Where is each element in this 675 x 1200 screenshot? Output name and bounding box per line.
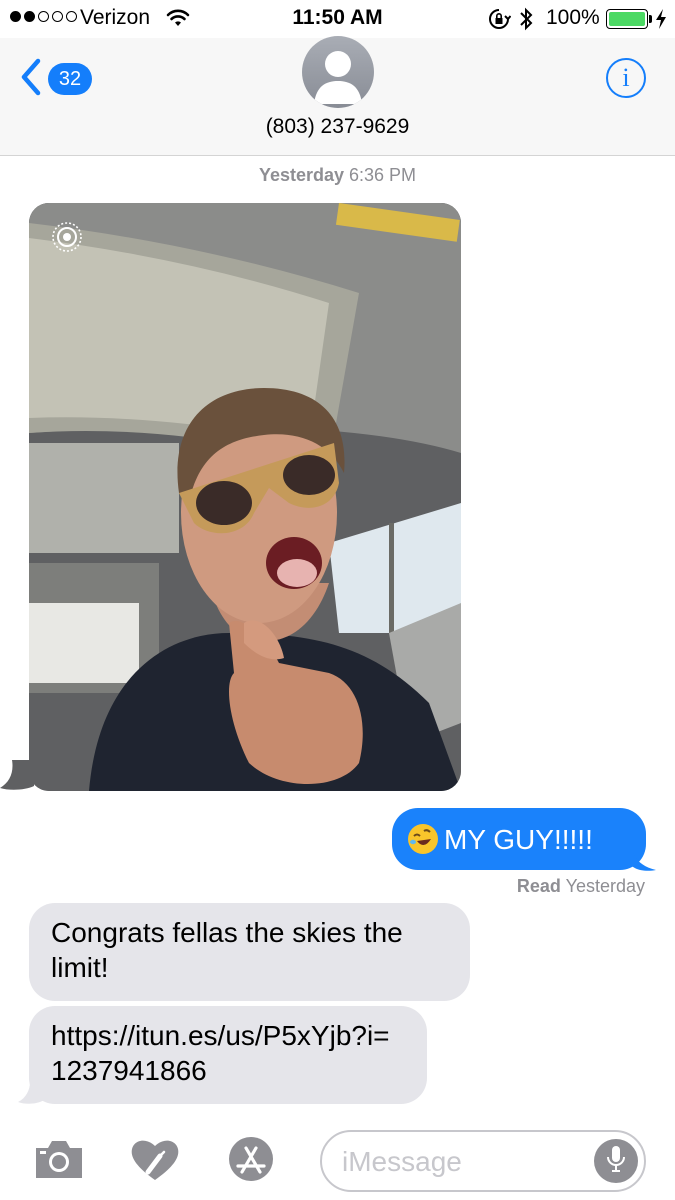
app-store-button[interactable]	[224, 1136, 278, 1182]
photo-illustration	[29, 203, 461, 791]
message-input[interactable]	[342, 1142, 592, 1182]
microphone-icon	[605, 1144, 627, 1179]
incoming-message-bubble[interactable]: Congrats fellas the skies the limit!	[29, 903, 470, 1001]
back-button[interactable]: 32	[20, 58, 100, 100]
live-photo-icon	[50, 220, 84, 259]
info-icon[interactable]: i	[606, 58, 646, 98]
outgoing-message-bubble[interactable]: MY GUY!!!!!	[392, 808, 646, 870]
message-photo[interactable]	[29, 203, 461, 791]
battery-level-fill	[609, 12, 645, 26]
timestamp-day: Yesterday	[258, 165, 344, 185]
incoming-bubble-tail	[18, 1082, 44, 1104]
message-compose-field[interactable]	[320, 1130, 646, 1192]
rolling-on-floor-laughing-emoji-icon	[408, 824, 438, 854]
battery-percent: 100%	[546, 6, 600, 29]
digital-touch-button[interactable]	[128, 1136, 182, 1182]
incoming-message-text: Congrats fellas the skies the limit!	[51, 917, 403, 983]
camera-icon	[32, 1141, 86, 1186]
read-label: Read	[516, 876, 561, 896]
back-chevron-icon	[20, 58, 42, 101]
contact-avatar-icon[interactable]	[302, 36, 374, 108]
message-timestamp: Yesterday 6:36 PM	[0, 165, 675, 186]
camera-button[interactable]	[32, 1136, 86, 1182]
read-receipt: Read Yesterday	[517, 876, 645, 897]
conversation-header: 32 (803) 237-9629 i	[0, 36, 675, 156]
app-store-icon	[224, 1137, 278, 1186]
incoming-link-bubble[interactable]: https://itun.es/us/P5xYjb?i=1237941866	[29, 1006, 427, 1104]
battery-icon	[606, 9, 648, 29]
photo-bubble-tail	[0, 760, 34, 790]
charging-icon	[655, 8, 667, 35]
rotation-lock-icon	[487, 8, 512, 35]
message-input-bar	[0, 1118, 675, 1200]
outgoing-bubble-tail	[632, 848, 656, 871]
outgoing-message-text: MY GUY!!!!!	[444, 823, 593, 855]
contact-name[interactable]: (803) 237-9629	[0, 115, 675, 139]
unread-count-badge: 32	[48, 63, 92, 95]
digital-touch-heart-icon	[128, 1140, 182, 1186]
bluetooth-icon	[518, 6, 534, 37]
timestamp-time: 6:36 PM	[349, 165, 417, 185]
photo-message[interactable]	[20, 203, 461, 793]
incoming-link-text[interactable]: https://itun.es/us/P5xYjb?i=1237941866	[51, 1020, 390, 1086]
microphone-button[interactable]	[594, 1139, 638, 1183]
status-bar: Verizon 11:50 AM 100%	[0, 0, 675, 38]
read-time: Yesterday	[565, 876, 645, 896]
